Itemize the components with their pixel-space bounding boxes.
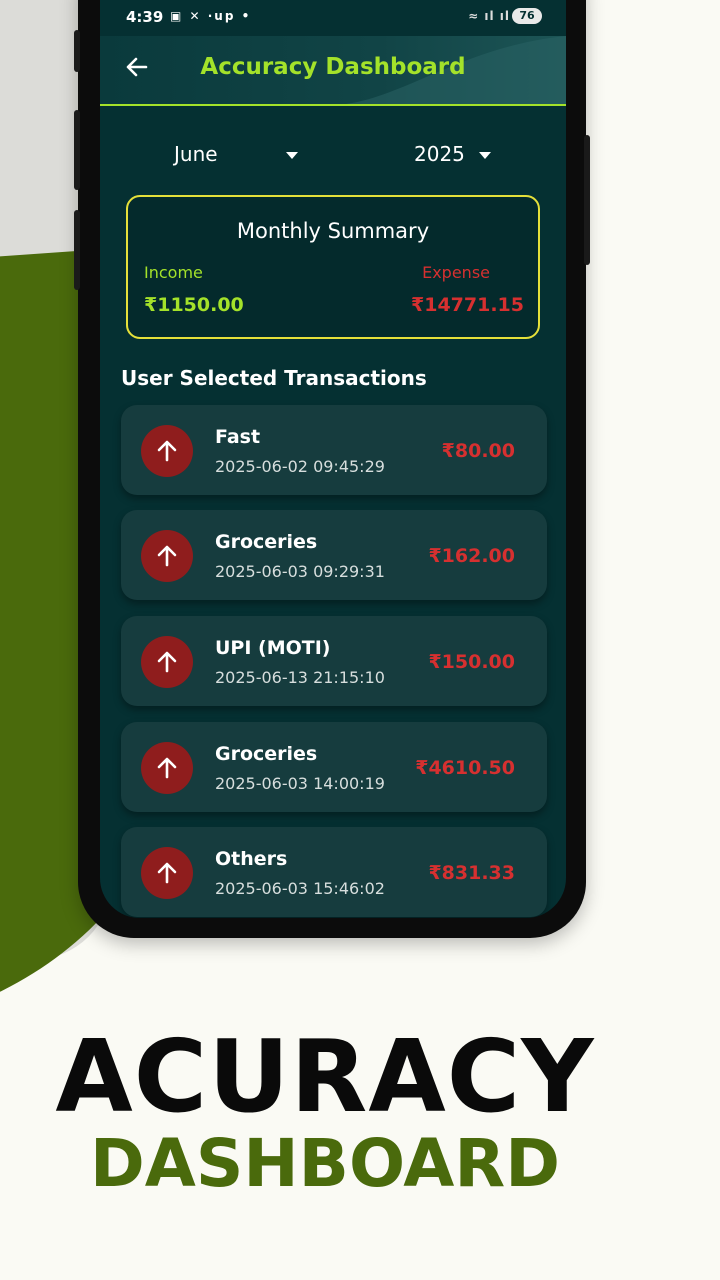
expense-value: ₹14771.15 <box>411 294 524 316</box>
transaction-amount: ₹80.00 <box>441 440 515 462</box>
phone-power-button <box>584 135 590 265</box>
transaction-datetime: 2025-06-02 09:45:29 <box>215 457 385 476</box>
month-dropdown[interactable]: June <box>174 142 298 166</box>
chevron-down-icon <box>479 152 492 159</box>
headline-primary: ACURACY <box>55 1018 595 1135</box>
expense-label: Expense <box>422 263 490 282</box>
status-time: 4:39 <box>126 8 164 26</box>
transaction-datetime: 2025-06-03 14:00:19 <box>215 774 385 793</box>
section-title: User Selected Transactions <box>121 366 427 390</box>
year-dropdown[interactable]: 2025 <box>414 142 492 166</box>
transaction-amount: ₹4610.50 <box>415 757 515 779</box>
income-label: Income <box>144 263 203 282</box>
income-value: ₹1150.00 <box>144 294 244 316</box>
monthly-summary-card: Monthly Summary Income ₹1150.00 Expense … <box>126 195 540 339</box>
signal-wifi-icon: ≈ ıl ıl <box>468 9 510 23</box>
transaction-item[interactable]: Fast 2025-06-02 09:45:29 ₹80.00 <box>121 405 547 495</box>
transaction-datetime: 2025-06-03 15:46:02 <box>215 879 385 898</box>
transaction-item[interactable]: Groceries 2025-06-03 14:00:19 ₹4610.50 <box>121 722 547 812</box>
phone-side-button <box>74 210 80 290</box>
expense-arrow-up-icon <box>141 530 193 582</box>
battery-icon: 76 <box>512 8 542 24</box>
transaction-name: Groceries <box>215 531 318 553</box>
expense-arrow-up-icon <box>141 425 193 477</box>
transaction-amount: ₹831.33 <box>428 862 515 884</box>
promo-stage: 4:39 ▣ ✕ ·up • ≈ ıl ıl 76 Accuracy Dashb… <box>0 0 720 1280</box>
app-bar: Accuracy Dashboard <box>100 36 566 106</box>
transaction-item[interactable]: Groceries 2025-06-03 09:29:31 ₹162.00 <box>121 510 547 600</box>
transaction-name: Others <box>215 848 288 870</box>
headline-secondary: DASHBOARD <box>90 1125 560 1202</box>
expense-arrow-up-icon <box>141 636 193 688</box>
transaction-name: UPI (MOTI) <box>215 637 331 659</box>
transaction-amount: ₹150.00 <box>428 651 515 673</box>
month-value: June <box>174 142 218 166</box>
transaction-name: Groceries <box>215 743 318 765</box>
transaction-item[interactable]: Others 2025-06-03 15:46:02 ₹831.33 <box>121 827 547 917</box>
transaction-amount: ₹162.00 <box>428 545 515 567</box>
transaction-datetime: 2025-06-03 09:29:31 <box>215 562 385 581</box>
app-screen: 4:39 ▣ ✕ ·up • ≈ ıl ıl 76 Accuracy Dashb… <box>100 0 566 918</box>
phone-side-button <box>74 30 80 72</box>
year-value: 2025 <box>414 142 465 166</box>
transaction-datetime: 2025-06-13 21:15:10 <box>215 668 385 687</box>
page-title: Accuracy Dashboard <box>200 54 466 80</box>
summary-title: Monthly Summary <box>236 219 430 243</box>
chevron-down-icon <box>285 152 298 159</box>
phone-side-button <box>74 110 80 190</box>
expense-arrow-up-icon <box>141 847 193 899</box>
transaction-item[interactable]: UPI (MOTI) 2025-06-13 21:15:10 ₹150.00 <box>121 616 547 706</box>
status-notification-icons: ▣ ✕ ·up • <box>170 9 252 23</box>
status-bar: 4:39 ▣ ✕ ·up • ≈ ıl ıl 76 <box>100 0 566 36</box>
expense-arrow-up-icon <box>141 742 193 794</box>
transaction-name: Fast <box>215 426 261 448</box>
